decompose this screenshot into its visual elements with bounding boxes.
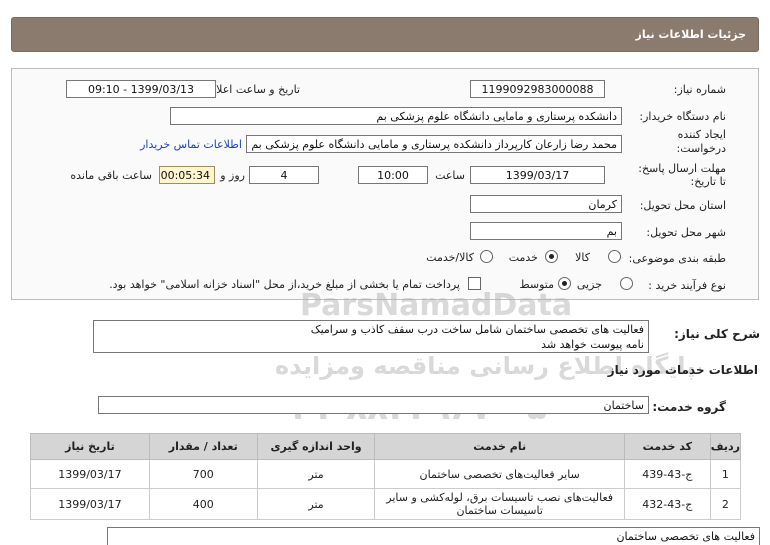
treasury-payment-checkbox[interactable] xyxy=(468,277,481,290)
buyer-org-field[interactable]: دانشکده پرستاری و مامایی دانشگاه علوم پز… xyxy=(170,107,622,125)
services-table: ردیف کد خدمت نام خدمت واحد اندازه گیری ت… xyxy=(30,433,742,520)
services-section-title: اطلاعات خدمات مورد نیاز xyxy=(607,363,758,377)
process-minor-label: جزیی xyxy=(576,278,602,291)
cell-qty: 400 xyxy=(148,488,258,520)
deadline-label-2: تا تاریخ: xyxy=(690,175,726,188)
description-line-1: فعالیت های تخصصی ساختمان شامل ساخت درب س… xyxy=(310,323,644,336)
col-name-header: نام خدمت xyxy=(374,433,625,460)
description-field[interactable]: فعالیت های تخصصی ساختمان شامل ساخت درب س… xyxy=(93,320,649,353)
col-code-header: کد خدمت xyxy=(623,433,711,460)
announce-date-field[interactable]: 1399/03/13 - 09:10 xyxy=(66,80,216,98)
creator-field[interactable]: محمد رضا زارعان کارپرداز دانشکده پرستاری… xyxy=(246,135,622,153)
deadline-time-label: ساعت xyxy=(435,169,465,182)
cell-unit: متر xyxy=(256,459,376,489)
cell-row: 1 xyxy=(709,459,742,489)
category-goods-service-radio[interactable] xyxy=(480,250,493,263)
table-row[interactable]: 2 ج-43-432 فعالیت‌های نصب تاسیسات برق، ل… xyxy=(30,488,742,520)
category-service-label: خدمت xyxy=(508,251,538,264)
cell-date: 1399/03/17 xyxy=(30,488,150,520)
cell-code: ج-43-439 xyxy=(623,459,711,489)
col-qty-header: تعداد / مقدار xyxy=(148,433,258,460)
page-header: جزئیات اطلاعات نیاز xyxy=(11,17,759,52)
province-label: استان محل تحویل: xyxy=(639,199,726,212)
cell-unit: متر xyxy=(256,488,376,520)
col-date-header: تاریخ نیاز xyxy=(30,433,150,460)
table-header-row: ردیف کد خدمت نام خدمت واحد اندازه گیری ت… xyxy=(30,433,742,460)
cell-date: 1399/03/17 xyxy=(30,459,150,489)
days-label: روز و xyxy=(220,169,245,182)
process-medium-radio[interactable] xyxy=(558,277,571,290)
buyer-org-label: نام دستگاه خریدار: xyxy=(639,110,726,123)
province-field[interactable]: کرمان xyxy=(470,195,622,213)
col-unit-header: واحد اندازه گیری xyxy=(256,433,376,460)
cell-name: سایر فعالیت‌های تخصصی ساختمان xyxy=(374,459,625,489)
table-row[interactable]: 1 ج-43-439 سایر فعالیت‌های تخصصی ساختمان… xyxy=(30,459,742,489)
days-remaining-field[interactable]: 4 xyxy=(249,166,319,184)
cell-name: فعالیت‌های نصب تاسیسات برق، لوله‌کشی و س… xyxy=(374,488,625,520)
category-goods-service-label: کالا/خدمت xyxy=(426,251,474,264)
description-line-2: نامه پیوست خواهد شد xyxy=(541,338,644,351)
service-description-field[interactable]: فعالیت های تخصصی ساختمان xyxy=(107,527,760,545)
need-number-label: شماره نیاز: xyxy=(673,83,726,96)
deadline-date-field[interactable]: 1399/03/17 xyxy=(470,166,605,184)
process-type-label: نوع فرآیند خرید : xyxy=(648,279,726,292)
cell-code: ج-43-432 xyxy=(623,488,711,520)
description-label: شرح کلی نیاز: xyxy=(674,327,760,341)
treasury-payment-note: پرداخت تمام یا بخشی از مبلغ خرید،از محل … xyxy=(109,278,460,291)
page-title: جزئیات اطلاعات نیاز xyxy=(635,28,747,41)
need-number-field[interactable]: 1199092983000088 xyxy=(470,80,605,98)
service-group-field[interactable]: ساختمان xyxy=(98,396,649,414)
remaining-time-label: ساعت باقی مانده xyxy=(70,169,152,182)
category-label: طبقه بندی موضوعی: xyxy=(628,252,726,265)
category-goods-label: کالا xyxy=(575,251,590,264)
cell-row: 2 xyxy=(709,488,742,520)
process-minor-radio[interactable] xyxy=(620,277,633,290)
deadline-label-1: مهلت ارسال پاسخ: xyxy=(638,162,726,175)
need-details-panel xyxy=(11,68,759,300)
category-goods-radio[interactable] xyxy=(608,250,621,263)
buyer-contact-link[interactable]: اطلاعات تماس خریدار xyxy=(140,138,242,151)
city-label: شهر محل تحویل: xyxy=(646,226,726,239)
creator-label-2: درخواست: xyxy=(676,142,726,155)
creator-label-1: ایجاد کننده xyxy=(677,128,726,141)
cell-qty: 700 xyxy=(148,459,258,489)
remaining-time-timer: 00:05:34 xyxy=(159,166,215,184)
category-service-radio[interactable] xyxy=(545,250,558,263)
col-row-header: ردیف xyxy=(709,433,742,460)
process-medium-label: متوسط xyxy=(519,278,554,291)
service-group-label: گروه خدمت: xyxy=(652,400,726,414)
deadline-time-field[interactable]: 10:00 xyxy=(358,166,428,184)
city-field[interactable]: بم xyxy=(470,222,622,240)
